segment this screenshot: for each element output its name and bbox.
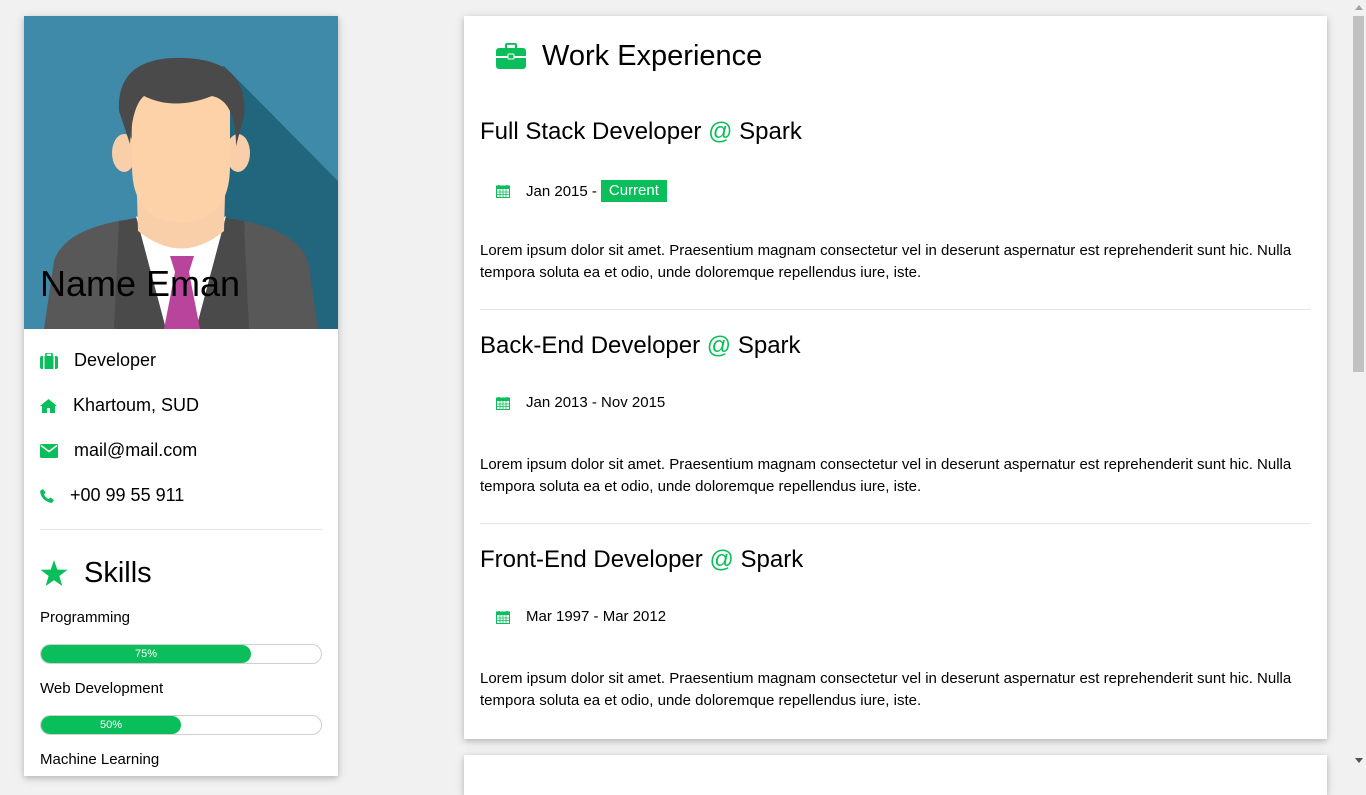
skill-progress-fill: 75% <box>41 645 251 663</box>
info-phone: +00 99 55 911 <box>40 473 322 518</box>
scrollbar-thumb[interactable] <box>1353 16 1364 372</box>
job-role: Full Stack Developer <box>480 118 702 145</box>
job-role: Back-End Developer <box>480 332 701 359</box>
info-location: Khartoum, SUD <box>40 383 322 428</box>
job-title: Back-End Developer @ Spark <box>480 332 801 360</box>
profile-card: Name Eman Developer Khartoum, SUD mail@m… <box>24 16 338 776</box>
role-text: Developer <box>74 350 157 370</box>
job-date: Jan 2015 - Current <box>496 180 667 202</box>
job-entry: Back-End Developer @ Spark Jan 2013 - No… <box>480 310 1311 524</box>
skill-progress-fill: 50% <box>41 716 181 734</box>
job-at: @ <box>709 546 734 573</box>
job-description: Lorem ipsum dolor sit amet. Praesentium … <box>480 670 1292 709</box>
skill-list: Programming 75% Web Development 50% Mach… <box>24 609 338 769</box>
scroll-up-arrow-icon[interactable] <box>1355 5 1363 10</box>
info-role: Developer <box>40 338 322 383</box>
job-description: Lorem ipsum dolor sit amet. Praesentium … <box>480 242 1292 281</box>
job-title: Front-End Developer @ Spark <box>480 546 803 574</box>
envelope-icon <box>40 443 70 458</box>
job-title: Full Stack Developer @ Spark <box>480 118 802 146</box>
calendar-icon <box>496 184 526 198</box>
avatar: Name Eman <box>24 16 338 329</box>
skills-header: Skills <box>24 555 338 591</box>
profile-name: Name Eman <box>40 263 241 304</box>
briefcase-icon <box>496 43 542 69</box>
job-entry: Full Stack Developer @ Spark Jan 2015 - … <box>480 96 1311 310</box>
job-at: @ <box>708 118 733 145</box>
scroll-down-arrow-icon[interactable] <box>1355 758 1363 763</box>
job-entry: Front-End Developer @ Spark Mar 1997 - M… <box>480 524 1311 738</box>
next-section-card <box>464 755 1327 795</box>
job-description: Lorem ipsum dolor sit amet. Praesentium … <box>480 456 1292 495</box>
skill-label: Machine Learning <box>40 751 160 768</box>
work-title: Work Experience <box>542 39 763 72</box>
job-role: Front-End Developer <box>480 546 703 573</box>
work-header: Work Experience <box>480 16 1311 96</box>
current-badge: Current <box>600 180 667 202</box>
divider <box>40 529 322 530</box>
job-company: Spark <box>739 118 802 145</box>
job-company: Spark <box>737 332 801 359</box>
star-icon <box>40 559 84 587</box>
job-date-text: Jan 2013 - Nov 2015 <box>526 394 666 411</box>
page-scrollbar[interactable] <box>1351 0 1366 768</box>
job-company: Spark <box>740 546 804 573</box>
skill-label: Web Development <box>40 680 164 697</box>
calendar-icon <box>496 610 526 624</box>
skill-progress-bar: 75% <box>40 644 322 664</box>
job-date: Mar 1997 - Mar 2012 <box>496 608 666 625</box>
phone-icon <box>40 488 70 503</box>
job-date-text: Jan 2015 - <box>526 182 597 200</box>
location-text: Khartoum, SUD <box>73 395 200 415</box>
calendar-icon <box>496 396 526 410</box>
skill-label: Programming <box>40 609 131 626</box>
skills-title: Skills <box>84 556 152 589</box>
job-at: @ <box>706 332 732 359</box>
email-text[interactable]: mail@mail.com <box>74 440 197 461</box>
phone-text[interactable]: +00 99 55 911 <box>70 485 184 506</box>
job-date-text: Mar 1997 - Mar 2012 <box>526 608 667 625</box>
work-experience-card: Work Experience Full Stack Developer @ S… <box>464 16 1327 739</box>
skill-progress-bar: 50% <box>40 715 322 735</box>
info-email: mail@mail.com <box>40 428 322 473</box>
home-icon <box>40 398 70 413</box>
briefcase-icon <box>40 352 70 369</box>
contact-info: Developer Khartoum, SUD mail@mail.com +0… <box>24 338 338 518</box>
job-date: Jan 2013 - Nov 2015 <box>496 394 665 411</box>
